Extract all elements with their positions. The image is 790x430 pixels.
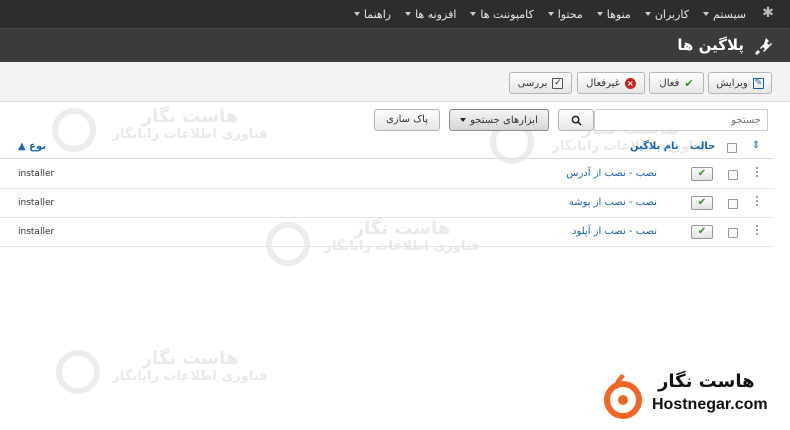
row-checkbox[interactable] [728,199,738,209]
status-toggle-button[interactable]: ✔ [691,225,713,239]
drag-handle-icon[interactable] [756,167,760,179]
brand-logo: هاست نگار Hostnegar.com [598,368,788,424]
brand-name-en: Hostnegar.com [652,396,768,413]
search-icon [571,115,582,126]
page-header: پلاگین ها [0,28,790,62]
menu-label: افزونه ها [415,7,457,21]
plugin-icon [755,38,772,55]
watermark-title: هاست نگار [141,106,239,127]
chevron-down-icon [703,12,709,16]
row-checkbox[interactable] [728,170,738,180]
sort-icon[interactable]: ⇕ [752,140,760,151]
menu-label: محتوا [557,7,583,21]
check-icon: ✔ [684,76,694,90]
search-button[interactable] [558,109,594,131]
column-name[interactable]: نام پلاگین [630,141,679,152]
status-toggle-button[interactable]: ✔ [691,167,713,181]
column-type-label: نوع [29,141,47,152]
plugin-name-link[interactable]: نصب - نصب از آپلود [572,226,657,237]
table-header: ⇕ حالت نام پلاگین ▲ نوع [0,137,773,159]
sort-asc-icon: ▲ [18,141,30,152]
status-toggle-button[interactable]: ✔ [691,196,713,210]
disable-button[interactable]: × غیرفعال [577,72,645,94]
select-all-checkbox[interactable] [727,143,737,153]
search-tools-label: ابزارهای جستجو [470,114,538,126]
menu-label: سیستم [713,7,746,21]
menu-item-components[interactable]: کامپوننت ها [470,7,534,21]
menu-item-help[interactable]: راهنما [353,7,392,21]
menu-label: منوها [606,7,631,21]
joomla-logo-icon[interactable]: ✱ [760,5,776,21]
menu-item-content[interactable]: محتوا [547,7,583,21]
row-checkbox[interactable] [728,228,738,238]
menu-item-extensions[interactable]: افزونه ها [405,8,456,21]
table-row: installer نصب - نصب از آدرس ✔ [0,160,773,189]
page-title: پلاگین ها [677,36,744,54]
menu-item-system[interactable]: سیستم [703,8,746,21]
menu-item-menus[interactable]: منوها [596,7,631,21]
edit-button-label: ویرایش [716,77,748,89]
search-tools-button[interactable]: ابزارهای جستجو [449,109,549,131]
table-row: installer نصب - نصب از پوشه ✔ [0,189,773,218]
drag-handle-icon[interactable] [756,196,760,208]
clear-button[interactable]: پاک سازی [374,109,440,131]
plugin-type: installer [18,169,55,179]
menu-item-users[interactable]: کاربران [644,7,689,21]
watermark-subtitle: فناوری اطلاعات رایانگار [112,369,268,384]
table-row: installer نصب - نصب از آپلود ✔ [0,218,773,247]
column-type[interactable]: ▲ نوع [18,141,46,152]
menu-label: کامپوننت ها [480,7,534,21]
main-menu: سیستم کاربران منوها محتوا کامپوننت ها اف… [340,0,746,28]
menu-label: راهنما [363,7,392,21]
disable-button-label: غیرفعال [586,77,620,89]
hostnegar-logo-icon [604,374,642,419]
enable-button[interactable]: ✔ فعال [649,72,704,94]
chevron-down-icon [470,12,477,16]
toolbar: ✎ ویرایش ✔ فعال × غیرفعال ✓ بررسی [0,62,790,102]
plugin-name-link[interactable]: نصب - نصب از آدرس [566,168,657,179]
watermark-title: هاست نگار [141,348,239,369]
search-input[interactable] [594,109,768,131]
close-circle-icon: × [624,77,636,89]
top-nav-bar: ✱ سیستم کاربران منوها محتوا کامپوننت ها … [0,0,790,28]
edit-button[interactable]: ✎ ویرایش [708,72,772,94]
check-button[interactable]: ✓ بررسی [509,72,572,94]
chevron-down-icon [405,12,412,16]
chevron-down-icon [547,12,554,16]
menu-label: کاربران [654,7,689,21]
chevron-down-icon [353,12,360,16]
drag-handle-icon[interactable] [756,225,760,237]
plugin-name-link[interactable]: نصب - نصب از پوشه [569,197,657,208]
checkbox-icon: ✓ [552,77,564,89]
plugin-type: installer [18,198,55,208]
chevron-down-icon [596,12,603,16]
caret-down-icon [460,118,467,122]
edit-icon: ✎ [752,77,764,89]
watermark: هاست نگار فناوری اطلاعات رایانگار [100,348,280,384]
check-button-label: بررسی [517,77,548,89]
enable-button-label: فعال [659,77,680,89]
chevron-down-icon [644,12,651,16]
brand-name-fa: هاست نگار [658,371,755,392]
column-status[interactable]: حالت [690,141,715,152]
plugin-type: installer [18,227,55,237]
watermark-logo-icon [56,350,100,394]
